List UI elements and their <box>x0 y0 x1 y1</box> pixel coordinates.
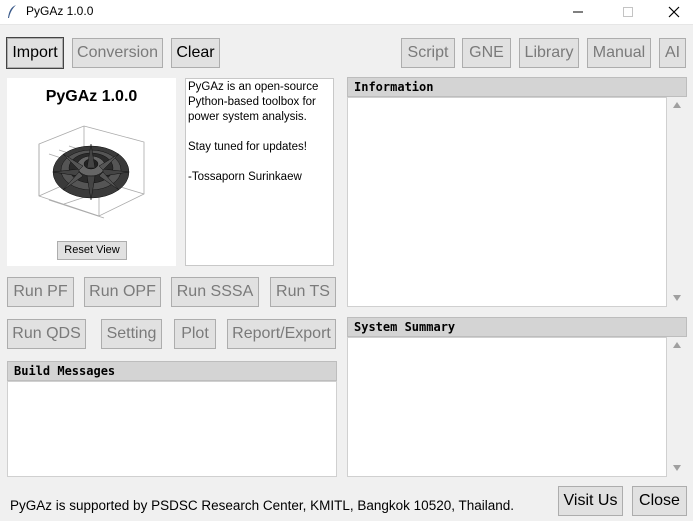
plot-button[interactable]: Plot <box>174 319 216 349</box>
system-summary-scrollbar[interactable] <box>668 337 685 477</box>
script-button[interactable]: Script <box>401 38 455 68</box>
conversion-button[interactable]: Conversion <box>72 38 163 68</box>
build-messages-output[interactable] <box>7 381 337 477</box>
feather-icon <box>8 5 16 18</box>
close-window-button[interactable] <box>651 0 693 24</box>
run-sssa-button[interactable]: Run SSSA <box>171 277 259 307</box>
run-pf-button[interactable]: Run PF <box>7 277 74 307</box>
3d-surface-plot[interactable] <box>29 114 153 234</box>
report-export-button[interactable]: Report/Export <box>227 319 336 349</box>
intro-description: PyGAz is an open-source Python-based too… <box>188 81 322 123</box>
minimize-icon <box>573 11 583 13</box>
run-qds-button[interactable]: Run QDS <box>7 319 86 349</box>
intro-author: -Tossaporn Surinkaew <box>188 171 302 183</box>
information-scrollbar[interactable] <box>668 97 685 307</box>
run-ts-button[interactable]: Run TS <box>270 277 336 307</box>
logo-panel: PyGAz 1.0.0 Reset View <box>7 78 176 266</box>
title-bar[interactable]: PyGAz 1.0.0 <box>0 0 693 25</box>
logo-title: PyGAz 1.0.0 <box>45 88 138 105</box>
close-icon <box>668 6 680 18</box>
scroll-down-icon[interactable] <box>673 465 681 471</box>
run-opf-button[interactable]: Run OPF <box>84 277 161 307</box>
setting-button[interactable]: Setting <box>101 319 162 349</box>
gne-button[interactable]: GNE <box>462 38 511 68</box>
import-button[interactable]: Import <box>6 37 64 69</box>
clear-button[interactable]: Clear <box>171 38 220 68</box>
close-button[interactable]: Close <box>632 486 687 516</box>
system-summary-header: System Summary <box>347 317 687 337</box>
maximize-button[interactable] <box>605 0 651 24</box>
window-title: PyGAz 1.0.0 <box>26 4 94 18</box>
system-summary-output[interactable] <box>347 337 667 477</box>
reset-view-button[interactable]: Reset View <box>57 241 127 260</box>
build-messages-header: Build Messages <box>7 361 337 381</box>
library-button[interactable]: Library <box>519 38 579 68</box>
intro-text-box[interactable]: PyGAz is an open-source Python-based too… <box>185 78 334 266</box>
minimize-button[interactable] <box>555 0 601 24</box>
scroll-down-icon[interactable] <box>673 295 681 301</box>
scroll-up-icon[interactable] <box>673 342 681 348</box>
manual-button[interactable]: Manual <box>587 38 651 68</box>
visit-us-button[interactable]: Visit Us <box>558 486 623 516</box>
information-header: Information <box>347 77 687 97</box>
maximize-icon <box>623 7 633 17</box>
scroll-up-icon[interactable] <box>673 102 681 108</box>
support-text: PyGAz is supported by PSDSC Research Cen… <box>10 498 515 513</box>
ai-button[interactable]: AI <box>659 38 686 68</box>
information-output[interactable] <box>347 97 667 307</box>
intro-updates: Stay tuned for updates! <box>188 141 307 153</box>
